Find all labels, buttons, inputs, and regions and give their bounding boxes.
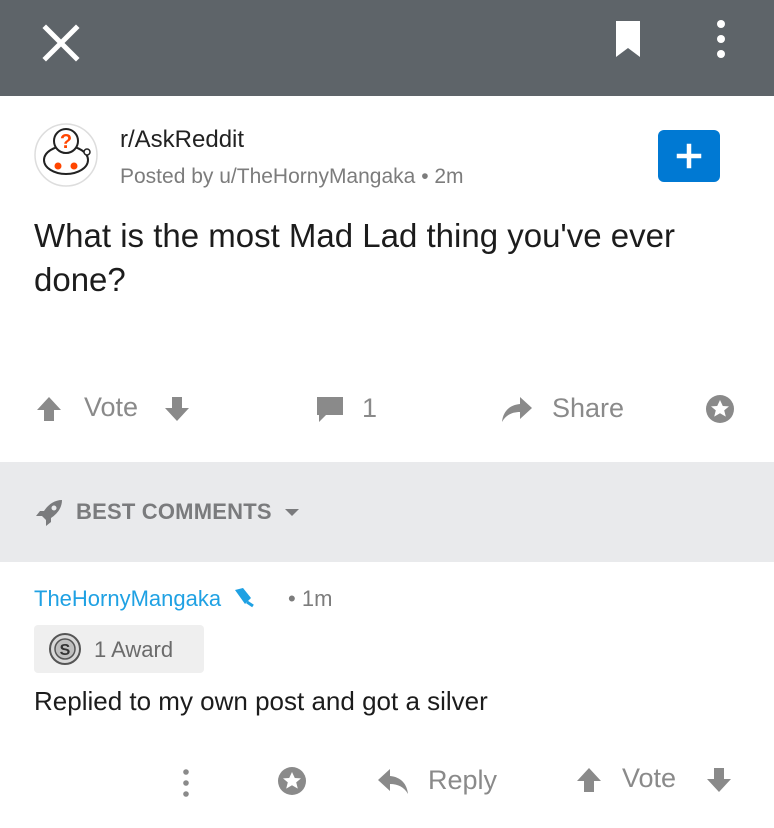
award-chip[interactable]: S 1 Award — [34, 625, 204, 673]
rocket-icon — [36, 500, 62, 526]
comment-meta-dot: • — [288, 586, 302, 611]
join-button[interactable] — [658, 130, 720, 182]
silver-award-icon: S — [49, 633, 81, 665]
comment-meta: • 1m — [288, 586, 332, 612]
top-toolbar — [0, 0, 774, 96]
post-age: 2m — [434, 165, 464, 188]
subreddit-name[interactable]: r/AskReddit — [120, 126, 244, 154]
award-label: 1 Award — [94, 637, 174, 662]
comment-action-bar: Reply Vote — [0, 755, 774, 810]
post-upvote-button[interactable] — [34, 394, 64, 424]
comment-sort-bar: BEST COMMENTS — [0, 462, 774, 562]
upvote-arrow-icon — [577, 768, 601, 792]
svg-text:?: ? — [60, 131, 72, 153]
plus-icon — [676, 143, 702, 169]
bookmark-icon[interactable] — [606, 15, 650, 63]
post-title[interactable]: What is the most Mad Lad thing you've ev… — [34, 214, 734, 302]
share-button[interactable]: Share — [500, 393, 624, 424]
comment-vote-label: Vote — [622, 763, 677, 793]
comment-bubble-icon — [317, 396, 343, 422]
sort-label: BEST COMMENTS — [76, 499, 272, 524]
share-label: Share — [552, 393, 625, 423]
posted-by-text[interactable]: Posted by u/TheHornyMangaka — [120, 165, 415, 188]
kebab-menu-icon — [183, 769, 189, 797]
kebab-menu-icon[interactable] — [708, 14, 734, 66]
comment-upvote-button[interactable] — [574, 765, 604, 795]
downvote-arrow-icon — [165, 397, 189, 421]
subreddit-avatar[interactable]: ? — [33, 122, 99, 188]
reply-label: Reply — [428, 765, 498, 795]
svg-text:S: S — [60, 642, 71, 659]
close-icon[interactable] — [38, 20, 84, 66]
post-meta: Posted by u/TheHornyMangaka • 2m — [120, 165, 464, 189]
comment-count: 1 — [362, 393, 378, 423]
post-vote-label: Vote — [84, 392, 139, 422]
comment-award-button[interactable] — [276, 765, 308, 797]
award-star-icon — [278, 767, 306, 795]
comment-more-button[interactable] — [178, 765, 194, 801]
comment-author-name: TheHornyMangaka — [34, 586, 222, 611]
downvote-arrow-icon — [707, 768, 731, 792]
microphone-icon — [235, 588, 255, 608]
comment-age: 1m — [301, 586, 333, 611]
sort-dropdown[interactable]: BEST COMMENTS — [34, 496, 302, 528]
upvote-arrow-icon — [37, 397, 61, 421]
post-award-button[interactable] — [704, 393, 736, 425]
share-arrow-icon — [502, 396, 532, 422]
comment-downvote-button[interactable] — [704, 765, 734, 795]
post-action-bar: Vote 1 Share — [0, 380, 774, 440]
reply-arrow-icon — [378, 768, 408, 794]
reply-button[interactable]: Reply — [378, 765, 497, 796]
chevron-down-icon — [284, 509, 299, 516]
comments-button[interactable]: 1 — [314, 393, 377, 424]
comment-author[interactable]: TheHornyMangaka — [34, 586, 257, 612]
post-downvote-button[interactable] — [162, 394, 192, 424]
award-star-icon — [706, 395, 734, 423]
comment-body: Replied to my own post and got a silver — [34, 686, 488, 716]
meta-dot: • — [421, 165, 435, 188]
